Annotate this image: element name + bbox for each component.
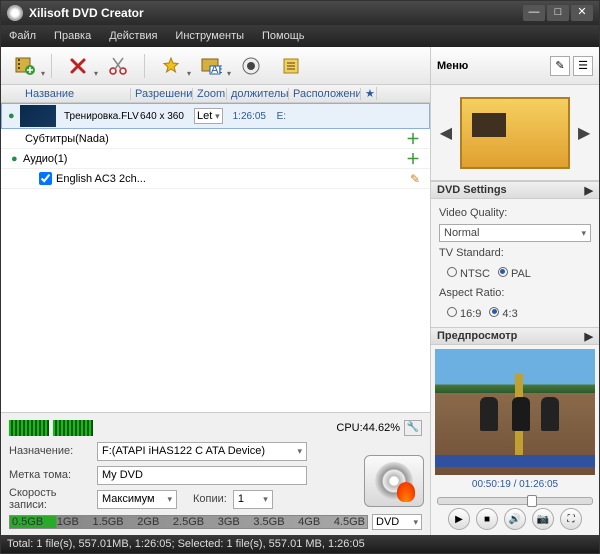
menu-template-thumb[interactable] — [460, 97, 570, 169]
col-res[interactable]: Разрешение — [131, 88, 193, 100]
edit-audio-icon[interactable]: ✎ — [410, 172, 420, 186]
app-title: Xilisoft DVD Creator — [29, 6, 521, 20]
toolbar: ▾ ▾ ▾ ABC▾ — [1, 47, 430, 85]
file-dur: 1:26:05 — [229, 111, 273, 122]
prev-template-button[interactable]: ◀ — [436, 119, 456, 147]
video-thumb-icon — [20, 105, 56, 127]
right-pane: Меню ✎ ☰ ◀ ▶ DVD Settings▶ Video Quality… — [431, 47, 599, 535]
dest-label: Назначение: — [9, 445, 91, 457]
volume-button[interactable]: 🔊 — [504, 508, 526, 530]
dvd-settings: Video Quality: Normal▾ TV Standard: NTSC… — [431, 199, 599, 327]
col-zoom[interactable]: Zoom — [193, 88, 227, 100]
aspect-43-radio[interactable]: 4:3 — [489, 307, 517, 320]
aspect-169-radio[interactable]: 16:9 — [447, 307, 481, 320]
app-logo-icon — [7, 5, 23, 21]
close-button[interactable]: ✕ — [571, 5, 593, 21]
fullscreen-button[interactable]: ⛶ — [560, 508, 582, 530]
burn-button[interactable] — [364, 455, 424, 507]
playtime-label: 00:50:19 / 01:26:05 — [431, 479, 599, 495]
play-button[interactable]: ▶ — [448, 508, 470, 530]
dest-select[interactable]: F:(ATAPI iHAS122 C ATA Device)▾ — [97, 442, 307, 461]
cpu-wave-icon — [9, 420, 49, 436]
menubar: Файл Правка Действия Инструменты Помощь — [1, 25, 599, 47]
menu-help[interactable]: Помощь — [262, 30, 305, 42]
status-bar: Total: 1 file(s), 557.01MB, 1:26:05; Sel… — [1, 535, 599, 553]
vq-label: Video Quality: — [439, 207, 507, 219]
disc-type-select[interactable]: DVD▾ — [372, 514, 422, 530]
cpu-label: CPU:44.62% — [336, 422, 400, 434]
column-headers: Название Разрешение Zoom должительн Расп… — [1, 85, 430, 103]
preview-video[interactable] — [435, 349, 595, 475]
bottom-panel: CPU:44.62% 🔧 Назначение: F:(ATAPI iHAS12… — [1, 412, 430, 535]
menu-file[interactable]: Файл — [9, 30, 36, 42]
left-pane: ▾ ▾ ▾ ABC▾ Название Разрешение Zoom долж… — [1, 47, 431, 535]
menu-preview: ◀ ▶ — [431, 85, 599, 181]
next-template-button[interactable]: ▶ — [574, 119, 594, 147]
tv-label: TV Standard: — [439, 247, 504, 259]
file-name: Тренировка.FLV — [60, 111, 136, 122]
right-tabs: Меню ✎ ☰ — [431, 47, 599, 85]
menu-tools[interactable]: Инструменты — [175, 30, 244, 42]
col-loc[interactable]: Расположение — [289, 88, 361, 100]
col-name[interactable]: Название — [21, 88, 131, 100]
burn-disc-icon — [375, 462, 413, 500]
status-text: Total: 1 file(s), 557.01MB, 1:26:05; Sel… — [7, 538, 365, 550]
svg-text:ABC: ABC — [211, 64, 222, 76]
burn-settings-button[interactable] — [237, 52, 265, 80]
maximize-button[interactable]: □ — [547, 5, 569, 21]
audio-row[interactable]: ● Аудио(1) ＋ — [1, 149, 430, 169]
add-audio-icon[interactable]: ＋ — [406, 149, 420, 169]
cpu-settings-button[interactable]: 🔧 — [404, 420, 422, 436]
dvd-settings-header[interactable]: DVD Settings▶ — [431, 181, 599, 199]
vol-label: Метка тома: — [9, 469, 91, 481]
snapshot-button[interactable]: 📷 — [532, 508, 554, 530]
minimize-button[interactable]: — — [523, 5, 545, 21]
copies-input[interactable]: 1▾ — [233, 490, 273, 509]
titlebar: Xilisoft DVD Creator — □ ✕ — [1, 1, 599, 25]
menu-tab-label: Меню — [437, 60, 468, 72]
preview-panel: 00:50:19 / 01:26:05 ▶ ■ 🔊 📷 ⛶ — [431, 345, 599, 535]
seek-slider[interactable] — [437, 497, 593, 505]
stop-button[interactable]: ■ — [476, 508, 498, 530]
audio-track-row[interactable]: English AC3 2ch... ✎ — [1, 169, 430, 189]
delete-button[interactable]: ▾ — [64, 52, 92, 80]
app-window: Xilisoft DVD Creator — □ ✕ Файл Правка Д… — [0, 0, 600, 554]
subtitles-row[interactable]: Субтитры(Nada) ＋ — [1, 129, 430, 149]
aspect-label: Aspect Ratio: — [439, 287, 504, 299]
add-file-button[interactable]: ▾ — [11, 52, 39, 80]
properties-button[interactable] — [277, 52, 305, 80]
video-quality-select[interactable]: Normal▾ — [439, 224, 591, 242]
edit-menu-button[interactable]: ✎ — [550, 56, 570, 76]
file-row[interactable]: ● Тренировка.FLV 640 x 360 Let ▾ 1:26:05… — [1, 103, 430, 129]
cpu-wave-icon — [53, 420, 93, 436]
col-star[interactable]: ★ — [361, 87, 377, 100]
menu-actions[interactable]: Действия — [109, 30, 157, 42]
pal-radio[interactable]: PAL — [498, 267, 531, 280]
player-controls: ▶ ■ 🔊 📷 ⛶ — [431, 507, 599, 535]
file-res: 640 x 360 — [136, 111, 194, 122]
copies-label: Копии: — [193, 493, 227, 505]
subtitle-button[interactable]: ABC▾ — [197, 52, 225, 80]
audio-track-checkbox[interactable] — [39, 172, 52, 185]
file-list: ● Тренировка.FLV 640 x 360 Let ▾ 1:26:05… — [1, 103, 430, 412]
ntsc-radio[interactable]: NTSC — [447, 267, 490, 280]
vol-input[interactable]: My DVD — [97, 466, 307, 485]
zoom-select[interactable]: Let ▾ — [194, 108, 223, 124]
preview-header[interactable]: Предпросмотр▶ — [431, 327, 599, 345]
add-subtitle-icon[interactable]: ＋ — [406, 129, 420, 149]
cut-button[interactable] — [104, 52, 132, 80]
body: ▾ ▾ ▾ ABC▾ Название Разрешение Zoom долж… — [1, 47, 599, 535]
file-loc: E: — [273, 111, 290, 122]
list-menu-button[interactable]: ☰ — [573, 56, 593, 76]
effects-button[interactable]: ▾ — [157, 52, 185, 80]
col-dur[interactable]: должительн — [227, 88, 289, 100]
menu-edit[interactable]: Правка — [54, 30, 91, 42]
speed-select[interactable]: Максимум▾ — [97, 490, 177, 509]
capacity-bar: 0.5GB1GB1.5GB2GB2.5GB3GB3.5GB4GB4.5GB DV… — [9, 513, 422, 531]
speed-label: Скорость записи: — [9, 487, 91, 511]
